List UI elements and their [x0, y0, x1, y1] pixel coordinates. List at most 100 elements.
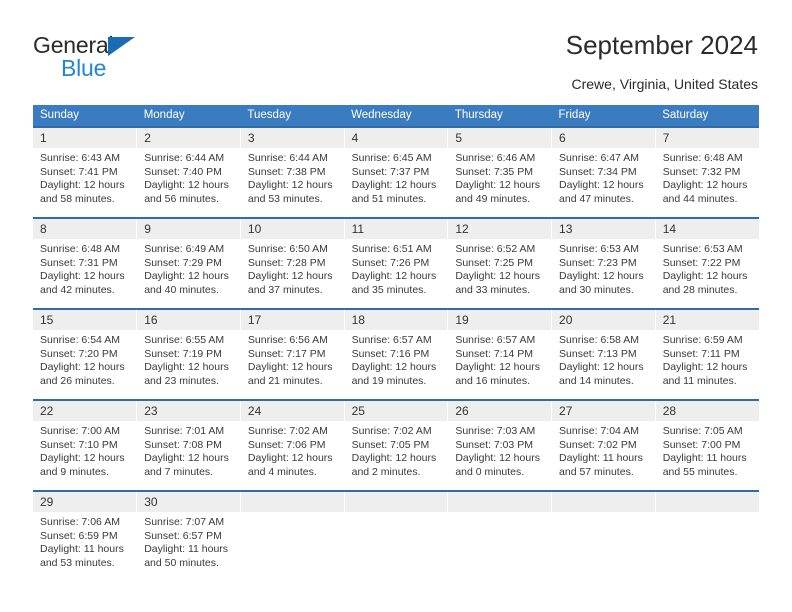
sunrise-text: Sunrise: 6:51 AM — [351, 243, 432, 255]
weekday-header-row: Sunday Monday Tuesday Wednesday Thursday… — [33, 105, 759, 127]
calendar-day-cell[interactable]: 12 Sunrise: 6:52 AM Sunset: 7:25 PM Dayligh… — [447, 217, 553, 309]
daylight-text-line1: Daylight: 12 hours — [351, 179, 437, 192]
sunrise-text: Sunrise: 6:48 AM — [40, 243, 120, 255]
daylight-text-line2: and 50 minutes. — [144, 556, 219, 569]
calendar-day-cell[interactable]: 8 Sunrise: 6:48 AM Sunset: 7:31 PM Daylight… — [33, 217, 138, 309]
calendar-week-row: 15 Sunrise: 6:54 AM Sunset: 7:20 PM Dayligh… — [33, 308, 759, 400]
calendar-day-cell[interactable]: 11 Sunrise: 6:51 AM Sunset: 7:26 PM Dayligh… — [344, 217, 449, 309]
day-number: 2 — [137, 128, 240, 148]
calendar-day-cell[interactable]: 29 Sunrise: 7:06 AM Sunset: 6:59 PM Dayligh… — [33, 490, 138, 581]
calendar-day-cell-empty — [240, 490, 345, 581]
calendar-day-cell[interactable]: 17 Sunrise: 6:56 AM Sunset: 7:17 PM Dayligh… — [240, 308, 345, 400]
day-number: 11 — [344, 219, 448, 239]
sunrise-text: Sunrise: 6:56 AM — [247, 334, 328, 346]
day-number: 8 — [33, 219, 137, 239]
daylight-text-line2: and 47 minutes. — [559, 192, 634, 205]
day-details: Sunrise: 7:03 AM Sunset: 7:03 PM Daylight:… — [448, 421, 551, 479]
sunrise-text: Sunrise: 7:00 AM — [40, 425, 120, 437]
calendar-header-row-group: Sunday Monday Tuesday Wednesday Thursday… — [33, 105, 759, 127]
daylight-text-line1: Daylight: 12 hours — [455, 270, 540, 283]
sunset-text: Sunset: 7:02 PM — [559, 438, 637, 451]
day-number: 25 — [344, 401, 448, 421]
calendar-day-cell[interactable]: 14 Sunrise: 6:53 AM Sunset: 7:22 PM Dayligh… — [655, 217, 759, 309]
sunset-text: Sunset: 7:32 PM — [662, 165, 741, 178]
sunset-text: Sunset: 7:13 PM — [559, 347, 637, 360]
day-details: Sunrise: 7:02 AM Sunset: 7:05 PM Daylight:… — [345, 421, 448, 479]
day-number: 27 — [552, 401, 655, 421]
sunrise-text: Sunrise: 6:53 AM — [559, 243, 639, 255]
calendar-day-cell[interactable]: 18 Sunrise: 6:57 AM Sunset: 7:16 PM Dayligh… — [344, 308, 449, 400]
daylight-text-line1: Daylight: 12 hours — [247, 179, 333, 192]
sunrise-text: Sunrise: 7:06 AM — [40, 516, 120, 528]
daylight-text-line1: Daylight: 12 hours — [559, 270, 644, 283]
daylight-text-line2: and 26 minutes. — [40, 374, 115, 387]
daylight-text-line2: and 30 minutes. — [559, 283, 634, 296]
calendar-day-cell[interactable]: 3 Sunrise: 6:44 AM Sunset: 7:38 PM Daylight… — [240, 126, 345, 218]
calendar-day-cell[interactable]: 5 Sunrise: 6:46 AM Sunset: 7:35 PM Daylight… — [447, 126, 553, 218]
daylight-text-line1: Daylight: 12 hours — [455, 179, 540, 192]
daylight-text-line1: Daylight: 12 hours — [40, 361, 125, 374]
day-details: Sunrise: 7:00 AM Sunset: 7:10 PM Daylight:… — [33, 421, 136, 479]
calendar-day-cell[interactable]: 27 Sunrise: 7:04 AM Sunset: 7:02 PM Dayligh… — [551, 399, 656, 491]
daylight-text-line2: and 0 minutes. — [455, 465, 525, 478]
daylight-text-line1: Daylight: 12 hours — [144, 361, 229, 374]
calendar-day-cell[interactable]: 20 Sunrise: 6:58 AM Sunset: 7:13 PM Dayligh… — [551, 308, 656, 400]
calendar-day-cell[interactable]: 7 Sunrise: 6:48 AM Sunset: 7:32 PM Daylight… — [655, 126, 759, 218]
calendar-day-cell[interactable]: 28 Sunrise: 7:05 AM Sunset: 7:00 PM Dayligh… — [655, 399, 759, 491]
daylight-text-line2: and 19 minutes. — [351, 374, 427, 387]
weekday-header-saturday: Saturday — [655, 105, 759, 127]
calendar-day-cell[interactable]: 15 Sunrise: 6:54 AM Sunset: 7:20 PM Dayligh… — [33, 308, 138, 400]
day-details: Sunrise: 7:07 AM Sunset: 6:57 PM Daylight:… — [137, 512, 240, 570]
daylight-text-line1: Daylight: 12 hours — [351, 452, 437, 465]
calendar-day-cell[interactable]: 1 Sunrise: 6:43 AM Sunset: 7:41 PM Daylight… — [33, 126, 138, 218]
day-details: Sunrise: 7:01 AM Sunset: 7:08 PM Daylight:… — [137, 421, 240, 479]
day-number: 6 — [552, 128, 655, 148]
calendar-day-cell[interactable]: 19 Sunrise: 6:57 AM Sunset: 7:14 PM Dayligh… — [447, 308, 553, 400]
daylight-text-line2: and 51 minutes. — [351, 192, 427, 205]
calendar-day-cell[interactable]: 13 Sunrise: 6:53 AM Sunset: 7:23 PM Dayligh… — [551, 217, 656, 309]
generalblue-logo[interactable]: General Blue — [33, 32, 213, 84]
calendar-week-row: 29 Sunrise: 7:06 AM Sunset: 6:59 PM Dayligh… — [33, 490, 759, 581]
page-location-subtitle: Crewe, Virginia, United States — [571, 76, 759, 92]
day-details: Sunrise: 6:52 AM Sunset: 7:25 PM Daylight:… — [448, 239, 551, 297]
day-details: Sunrise: 6:58 AM Sunset: 7:13 PM Daylight:… — [552, 330, 655, 388]
day-details: Sunrise: 6:59 AM Sunset: 7:11 PM Daylight:… — [656, 330, 759, 388]
calendar-day-cell[interactable]: 9 Sunrise: 6:49 AM Sunset: 7:29 PM Daylight… — [136, 217, 241, 309]
daylight-text-line2: and 44 minutes. — [662, 192, 738, 205]
sunrise-text: Sunrise: 6:48 AM — [662, 152, 743, 164]
calendar-day-cell[interactable]: 22 Sunrise: 7:00 AM Sunset: 7:10 PM Dayligh… — [33, 399, 138, 491]
day-details: Sunrise: 6:48 AM Sunset: 7:31 PM Daylight:… — [33, 239, 136, 297]
sunrise-text: Sunrise: 6:54 AM — [40, 334, 120, 346]
sunrise-text: Sunrise: 7:04 AM — [559, 425, 639, 437]
sunset-text: Sunset: 7:05 PM — [351, 438, 430, 451]
calendar-day-cell[interactable]: 25 Sunrise: 7:02 AM Sunset: 7:05 PM Dayligh… — [344, 399, 449, 491]
sunset-text: Sunset: 7:41 PM — [40, 165, 118, 178]
calendar-day-cell[interactable]: 4 Sunrise: 6:45 AM Sunset: 7:37 PM Daylight… — [344, 126, 449, 218]
calendar-day-cell[interactable]: 16 Sunrise: 6:55 AM Sunset: 7:19 PM Dayligh… — [136, 308, 241, 400]
calendar-day-cell[interactable]: 26 Sunrise: 7:03 AM Sunset: 7:03 PM Dayligh… — [447, 399, 553, 491]
day-number: 3 — [240, 128, 344, 148]
calendar-day-cell[interactable]: 23 Sunrise: 7:01 AM Sunset: 7:08 PM Dayligh… — [136, 399, 241, 491]
sunrise-text: Sunrise: 6:44 AM — [247, 152, 328, 164]
sunset-text: Sunset: 7:03 PM — [455, 438, 533, 451]
calendar-day-cell[interactable]: 10 Sunrise: 6:50 AM Sunset: 7:28 PM Dayligh… — [240, 217, 345, 309]
sunset-text: Sunset: 7:40 PM — [144, 165, 222, 178]
calendar-day-cell[interactable]: 21 Sunrise: 6:59 AM Sunset: 7:11 PM Dayligh… — [655, 308, 759, 400]
calendar-day-cell[interactable]: 6 Sunrise: 6:47 AM Sunset: 7:34 PM Daylight… — [551, 126, 656, 218]
sunset-text: Sunset: 7:14 PM — [455, 347, 533, 360]
daylight-text-line1: Daylight: 12 hours — [247, 452, 333, 465]
sunset-text: Sunset: 7:28 PM — [247, 256, 326, 269]
day-number: 21 — [655, 310, 759, 330]
calendar-day-cell[interactable]: 24 Sunrise: 7:02 AM Sunset: 7:06 PM Dayligh… — [240, 399, 345, 491]
daylight-text-line1: Daylight: 12 hours — [351, 270, 437, 283]
sunset-text: Sunset: 7:16 PM — [351, 347, 430, 360]
day-details: Sunrise: 6:48 AM Sunset: 7:32 PM Daylight:… — [656, 148, 759, 206]
sunrise-text: Sunrise: 6:57 AM — [455, 334, 536, 346]
calendar-day-cell[interactable]: 30 Sunrise: 7:07 AM Sunset: 6:57 PM Dayligh… — [136, 490, 241, 581]
day-number — [655, 492, 759, 512]
calendar-body: 1 Sunrise: 6:43 AM Sunset: 7:41 PM Daylight… — [33, 126, 759, 581]
calendar-day-cell[interactable]: 2 Sunrise: 6:44 AM Sunset: 7:40 PM Daylight… — [136, 126, 241, 218]
daylight-text-line1: Daylight: 12 hours — [144, 270, 229, 283]
daylight-text-line2: and 57 minutes. — [559, 465, 634, 478]
daylight-text-line1: Daylight: 12 hours — [247, 361, 333, 374]
